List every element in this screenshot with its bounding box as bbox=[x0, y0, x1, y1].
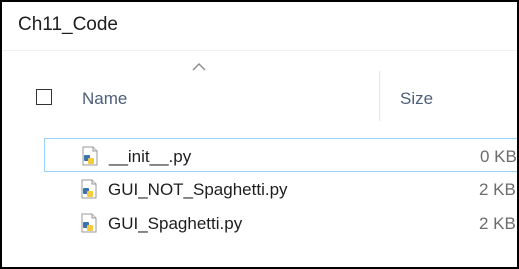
breadcrumb: Ch11_Code bbox=[2, 2, 517, 51]
python-file-icon bbox=[81, 179, 97, 199]
file-name: GUI_NOT_Spaghetti.py bbox=[108, 180, 288, 199]
column-divider[interactable] bbox=[379, 71, 380, 121]
file-row[interactable]: GUI_NOT_Spaghetti.py 2 KB bbox=[44, 172, 517, 206]
file-row[interactable]: __init__.py 0 KB bbox=[44, 138, 517, 172]
file-size: 2 KB bbox=[479, 214, 516, 233]
python-file-icon bbox=[81, 213, 97, 233]
breadcrumb-folder[interactable]: Ch11_Code bbox=[18, 14, 118, 36]
file-row[interactable]: GUI_Spaghetti.py 2 KB bbox=[44, 206, 517, 240]
column-header: Name Size bbox=[2, 51, 517, 137]
file-size: 2 KB bbox=[479, 180, 516, 199]
select-all-checkbox[interactable] bbox=[36, 89, 52, 105]
column-name-header[interactable]: Name bbox=[82, 89, 127, 109]
file-size: 0 KB bbox=[480, 147, 517, 166]
python-file-icon bbox=[82, 146, 98, 166]
file-explorer-window: Ch11_Code Name Size __init__.py 0 KB GUI… bbox=[0, 0, 519, 269]
chevron-up-icon bbox=[192, 63, 206, 71]
file-name: __init__.py bbox=[109, 147, 192, 166]
file-name: GUI_Spaghetti.py bbox=[108, 214, 243, 233]
column-size-header[interactable]: Size bbox=[400, 89, 433, 109]
